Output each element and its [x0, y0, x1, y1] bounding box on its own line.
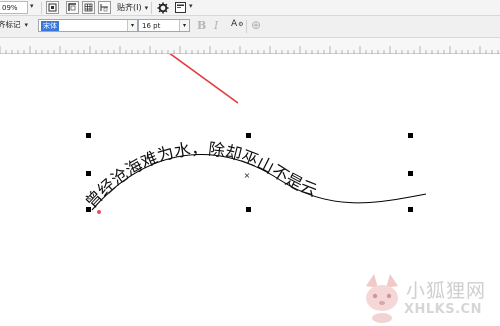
- application-launcher-button[interactable]: [174, 1, 187, 14]
- bold-button[interactable]: B: [197, 19, 206, 32]
- path-start-node[interactable]: [97, 210, 101, 214]
- font-size-value: 16 pt: [142, 21, 161, 30]
- snap-to-label: 贴齐(I): [117, 3, 142, 12]
- bold-label: B: [197, 19, 207, 32]
- add-icon: ⊕: [251, 18, 262, 32]
- zoom-dropdown-arrow: ▾: [30, 2, 34, 10]
- options-button[interactable]: [156, 1, 169, 14]
- character-formatting-icon: ⚙: [238, 20, 244, 28]
- italic-button[interactable]: I: [214, 19, 218, 32]
- zoom-level-value: 09%: [2, 3, 18, 12]
- options-dropdown[interactable]: ▾: [189, 2, 193, 10]
- selection-handle-top-center[interactable]: [246, 133, 251, 138]
- path-text[interactable]: 曾经沧海难为水，除却巫山不是云: [82, 139, 320, 211]
- font-family-select[interactable]: 宋体 ▾: [38, 19, 138, 32]
- toolbar-divider: [246, 20, 247, 33]
- italic-label: I: [214, 19, 219, 32]
- watermark-url: XHLKS.CN: [404, 302, 482, 317]
- font-size-select[interactable]: 16 pt ▾: [138, 19, 190, 32]
- character-formatting-button[interactable]: A ⚙: [231, 19, 244, 29]
- selection-handle-middle-left[interactable]: [86, 171, 91, 176]
- ruler-ticks: [0, 46, 499, 54]
- guidelines-icon: [100, 4, 108, 12]
- selection-handle-bottom-left[interactable]: [86, 207, 91, 212]
- watermark-brand: 小狐狸网: [406, 280, 487, 302]
- character-formatting-label: A: [231, 19, 238, 29]
- gear-icon: [157, 2, 168, 13]
- show-guidelines-button[interactable]: [98, 1, 111, 14]
- alignment-marks-arrow: ▾: [24, 20, 29, 29]
- zoom-level-field[interactable]: 09%: [0, 1, 28, 14]
- selection-handle-bottom-center[interactable]: [246, 207, 251, 212]
- snap-to-menu[interactable]: 贴齐(I) ▾: [117, 2, 148, 13]
- add-button[interactable]: ⊕: [251, 18, 261, 32]
- toolbar-divider: [151, 2, 152, 14]
- show-grid-button[interactable]: [82, 1, 95, 14]
- selection-handle-top-right[interactable]: [408, 133, 413, 138]
- top-toolbar: 09% ▾ 贴齐(I) ▾ ▾: [0, 0, 500, 16]
- toolbar-divider: [41, 2, 42, 14]
- font-size-arrow[interactable]: ▾: [179, 20, 189, 31]
- launcher-icon: [175, 2, 186, 13]
- alignment-marks-dropdown[interactable]: 齐标记 ▾: [0, 19, 28, 30]
- font-family-arrow[interactable]: ▾: [127, 20, 137, 31]
- fox-logo-icon: [366, 274, 398, 323]
- site-watermark: 小狐狸网 XHLKS.CN: [360, 268, 500, 326]
- text-property-bar: 齐标记 ▾ 宋体 ▾ 16 pt ▾ B I A ⚙ ⊕: [0, 16, 500, 38]
- show-rulers-button[interactable]: [66, 1, 79, 14]
- selection-handle-middle-right[interactable]: [408, 171, 413, 176]
- selection-handle-bottom-right[interactable]: [408, 207, 413, 212]
- center-mark: ×: [244, 171, 251, 180]
- horizontal-ruler[interactable]: [0, 38, 500, 54]
- selection-handle-top-left[interactable]: [86, 133, 91, 138]
- full-screen-button[interactable]: [46, 1, 59, 14]
- rulers-icon: [68, 3, 76, 11]
- grid-icon: [84, 3, 93, 12]
- annotation-arrow-line: [169, 54, 239, 104]
- zoom-dropdown[interactable]: ▾: [30, 2, 34, 10]
- ruler-ticks-group: [0, 46, 499, 54]
- alignment-marks-label: 齐标记: [0, 20, 21, 29]
- snap-to-arrow: ▾: [144, 3, 149, 12]
- path-text-content: 曾经沧海难为水，除却巫山不是云: [82, 139, 320, 211]
- options-dropdown-arrow: ▾: [189, 2, 193, 10]
- full-screen-icon: [48, 3, 57, 12]
- font-family-value: 宋体: [41, 20, 59, 31]
